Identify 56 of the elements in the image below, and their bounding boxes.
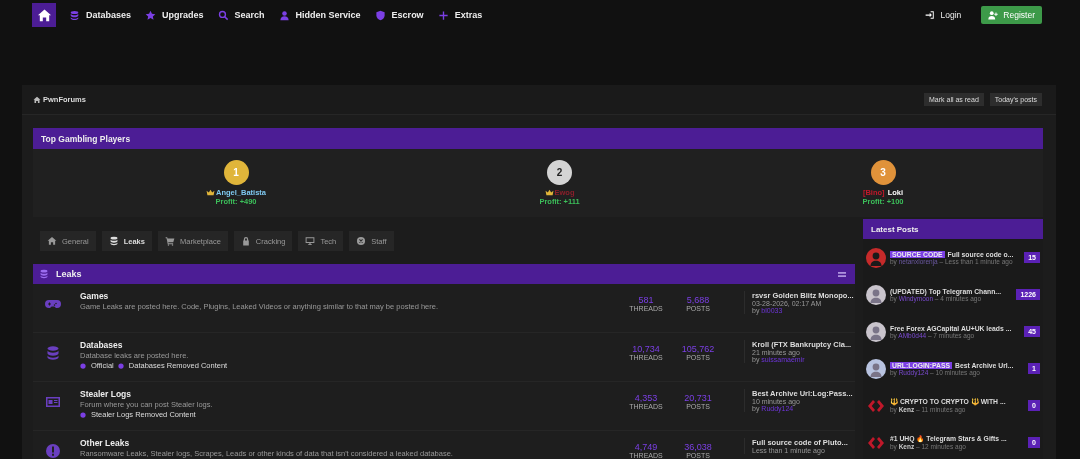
thread-count: 581 — [638, 295, 654, 305]
home-icon — [36, 7, 52, 23]
database-icon — [69, 9, 80, 21]
forum-title-link[interactable]: Games — [80, 291, 620, 301]
nav-link[interactable]: Extras — [437, 9, 483, 21]
close-icon — [356, 236, 367, 246]
post-count: 20,731 — [684, 393, 712, 403]
panel-header: Latest Posts — [863, 219, 1043, 239]
nav-link[interactable]: Upgrades — [145, 9, 204, 21]
rank-badge: 2 — [547, 160, 572, 185]
user-icon — [278, 9, 290, 21]
crown-icon — [206, 189, 215, 196]
login-icon — [924, 10, 935, 20]
nav-link[interactable]: Escrow — [374, 9, 424, 21]
post-count: 105,762 — [681, 344, 715, 354]
bullet-icon — [80, 411, 86, 418]
home-icon — [33, 95, 41, 104]
nav-link[interactable]: Databases — [69, 9, 132, 21]
monitor-icon — [305, 236, 316, 246]
database-icon — [39, 269, 49, 279]
post-count: 36,038 — [684, 442, 712, 452]
lock-icon — [240, 236, 251, 246]
bullet-icon — [80, 362, 86, 369]
id-card-icon — [45, 394, 61, 410]
home-button[interactable] — [32, 3, 56, 27]
thread-count: 10,734 — [632, 344, 660, 354]
forum-title-link[interactable]: Stealer Logs — [80, 389, 620, 399]
avatar-icon — [866, 284, 886, 305]
login-link[interactable]: Login — [924, 10, 962, 20]
thread-count: 4,353 — [634, 393, 658, 403]
crown-icon — [544, 189, 554, 196]
register-button[interactable]: Register — [981, 6, 1042, 24]
rank-badge: 3 — [870, 160, 896, 185]
bullet-icon — [117, 362, 124, 369]
cart-icon — [164, 236, 175, 246]
add-user-icon — [988, 10, 999, 20]
avatar-icon — [866, 247, 886, 268]
nav-link[interactable]: Search — [217, 9, 265, 21]
thread-count: 4,749 — [634, 442, 658, 452]
panel-title: Leaks — [39, 269, 82, 279]
star-icon — [145, 9, 157, 21]
nav-link[interactable]: Hidden Service — [278, 9, 361, 21]
shield-icon — [374, 9, 386, 21]
avatar-icon — [866, 321, 886, 342]
plus-icon — [437, 9, 449, 21]
avatar-icon — [866, 358, 886, 379]
home-icon — [47, 236, 57, 246]
database-icon — [45, 345, 61, 361]
post-count: 5,688 — [686, 295, 710, 305]
collapse-icon[interactable] — [838, 271, 846, 277]
forum-title-link[interactable]: Other Leaks — [80, 438, 620, 448]
search-icon — [217, 9, 229, 21]
rank-badge: 1 — [223, 160, 249, 185]
forum-title-link[interactable]: Databases — [80, 340, 620, 350]
panel-header: Top Gambling Players — [33, 128, 1043, 149]
database-icon — [108, 236, 119, 246]
